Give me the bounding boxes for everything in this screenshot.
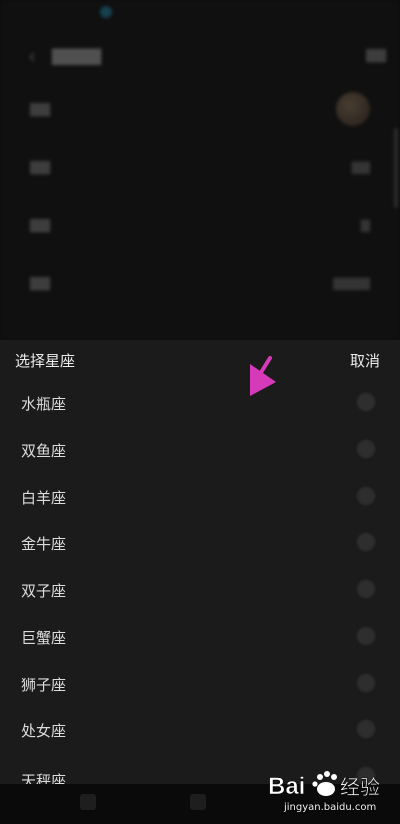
background-row: ▇▇ ▇: [0, 200, 400, 256]
nav-back-icon[interactable]: [80, 794, 96, 810]
background-row-value: ▇▇▇▇: [333, 276, 370, 290]
option-virgo[interactable]: 处女座: [0, 707, 400, 753]
option-cancer[interactable]: 巨蟹座: [0, 614, 400, 660]
pink-arrow-icon: [250, 356, 276, 396]
option-label: 天秤座: [21, 772, 67, 784]
option-aquarius[interactable]: 水瓶座: [0, 380, 400, 426]
sheet-title: 选择星座: [15, 352, 76, 370]
background-row-label: ▇▇: [30, 276, 50, 291]
background-row-value: ▇▇: [351, 160, 370, 174]
background-header: ‹ ▇▇▇▇ ▇▇: [0, 38, 400, 74]
radio-button[interactable]: [356, 486, 376, 506]
background-row-label: ▇▇: [30, 218, 50, 233]
option-label: 白羊座: [21, 489, 67, 507]
option-taurus[interactable]: 金牛座: [0, 520, 400, 566]
option-label: 双子座: [21, 582, 67, 600]
cancel-button[interactable]: 取消: [350, 350, 380, 371]
option-label: 狮子座: [21, 676, 67, 694]
background-action-blurred: ▇▇: [366, 48, 386, 63]
radio-button[interactable]: [356, 626, 376, 646]
radio-button[interactable]: [356, 392, 376, 412]
option-label: 处女座: [21, 722, 67, 740]
background-title-blurred: ▇▇▇▇: [52, 46, 102, 65]
avatar: [336, 92, 370, 126]
nav-home-icon[interactable]: [190, 794, 206, 810]
background-row-label: ▇▇: [30, 102, 50, 117]
zodiac-picker-sheet: 选择星座 取消 水瓶座 双鱼座 白羊座 金牛座 双子座 巨蟹座 狮子座 处女座 …: [0, 340, 400, 784]
back-arrow-icon: ‹: [28, 44, 36, 68]
background-row-value: ▇: [360, 218, 370, 232]
baidu-logo-icon: Bai 经验: [268, 771, 380, 800]
background-row-label: ▇▇: [30, 160, 50, 175]
radio-button[interactable]: [356, 719, 376, 739]
sheet-header: 选择星座 取消: [0, 340, 400, 380]
option-label: 双鱼座: [21, 442, 67, 460]
background-page: ‹ ▇▇▇▇ ▇▇ ▇▇ ▇▇ ▇▇ ▇▇ ▇ ▇▇ ▇▇▇▇: [0, 0, 400, 340]
option-aries[interactable]: 白羊座: [0, 474, 400, 520]
watermark-url: jingyan.baidu.com: [284, 802, 377, 813]
option-pisces[interactable]: 双鱼座: [0, 427, 400, 473]
watermark: Bai 经验 jingyan.baidu.com: [268, 768, 396, 818]
background-row: ▇▇ ▇▇: [0, 142, 400, 198]
scrollbar: [394, 128, 398, 208]
status-indicator-icon: [100, 6, 112, 18]
option-label: 水瓶座: [21, 395, 67, 413]
radio-button[interactable]: [356, 673, 376, 693]
svg-text:经验: 经验: [340, 775, 380, 799]
option-label: 金牛座: [21, 535, 67, 553]
option-gemini[interactable]: 双子座: [0, 567, 400, 613]
background-row: ▇▇: [0, 84, 400, 140]
background-row: ▇▇ ▇▇▇▇: [0, 258, 400, 314]
radio-button[interactable]: [356, 579, 376, 599]
radio-button[interactable]: [356, 439, 376, 459]
radio-button[interactable]: [356, 532, 376, 552]
svg-text:Bai: Bai: [268, 773, 305, 800]
option-label: 巨蟹座: [21, 629, 67, 647]
option-leo[interactable]: 狮子座: [0, 661, 400, 707]
